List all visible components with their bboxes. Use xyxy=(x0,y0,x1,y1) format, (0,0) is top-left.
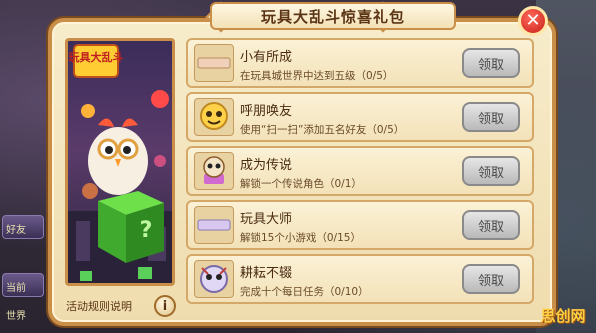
task-name: 成为传说 xyxy=(240,158,293,173)
task-description: 解锁15个小游戏（0/15） xyxy=(240,232,361,244)
task-description: 解锁一个传说角色（0/1） xyxy=(240,178,362,190)
claim-button[interactable]: 领取 xyxy=(462,264,520,294)
blank-scroll-icon xyxy=(194,44,234,82)
task-item-2: 呼朋唤友 使用“扫一扫”添加五名好友（0/5） 领取 xyxy=(186,92,534,142)
close-button[interactable]: ✕ xyxy=(518,6,548,36)
popup-title: 玩具大乱斗惊喜礼包 xyxy=(260,7,405,26)
claim-button[interactable]: 领取 xyxy=(462,210,520,240)
task-name: 耕耘不辍 xyxy=(240,266,293,281)
bg-label-friends: 好友 xyxy=(6,225,26,236)
title-banner: 玩具大乱斗惊喜礼包 xyxy=(210,2,456,30)
promo-art: 玩具大乱斗 ? xyxy=(65,38,175,286)
task-item-5: 耕耘不辍 完成十个每日任务（0/10） 领取 xyxy=(186,254,534,304)
svg-text:?: ? xyxy=(140,218,153,243)
friends-badge-icon xyxy=(194,98,234,136)
claim-button[interactable]: 领取 xyxy=(462,156,520,186)
info-icon: i xyxy=(162,298,168,314)
blank-scroll-icon xyxy=(194,206,234,244)
claim-button[interactable]: 领取 xyxy=(462,48,520,78)
info-button[interactable]: i xyxy=(154,295,176,317)
task-item-3: 成为传说 解锁一个传说角色（0/1） 领取 xyxy=(186,146,534,196)
task-name: 小有所成 xyxy=(240,50,293,65)
rules-link[interactable]: 活动规则说明 xyxy=(66,298,132,314)
task-description: 完成十个每日任务（0/10） xyxy=(240,286,369,298)
task-description: 在玩具城世界中达到五级（0/5） xyxy=(240,70,394,82)
background-side-menu: 好友 当前 世界 xyxy=(0,195,48,333)
task-description: 使用“扫一扫”添加五名好友（0/5） xyxy=(240,124,405,136)
claim-button[interactable]: 领取 xyxy=(462,102,520,132)
task-item-4: 玩具大师 解锁15个小游戏（0/15） 领取 xyxy=(186,200,534,250)
promo-illustration: 玩具大乱斗 ? xyxy=(68,44,172,283)
bg-label-world: 世界 xyxy=(6,311,26,322)
bg-label-current: 当前 xyxy=(6,283,26,294)
legend-character-icon xyxy=(194,152,234,190)
task-list: 小有所成 在玩具城世界中达到五级（0/5） 领取 呼朋唤友 使用“扫一扫”添加五… xyxy=(186,38,536,304)
game-logo-text: 玩具大乱斗 xyxy=(69,50,124,64)
character-badge-icon xyxy=(194,260,234,298)
task-name: 呼朋唤友 xyxy=(240,104,293,119)
rules-row: 活动规则说明 i xyxy=(66,294,176,318)
close-icon: ✕ xyxy=(525,10,541,31)
task-name: 玩具大师 xyxy=(240,212,293,227)
site-watermark: 思创网 xyxy=(540,307,586,325)
task-item-1: 小有所成 在玩具城世界中达到五级（0/5） 领取 xyxy=(186,38,534,88)
